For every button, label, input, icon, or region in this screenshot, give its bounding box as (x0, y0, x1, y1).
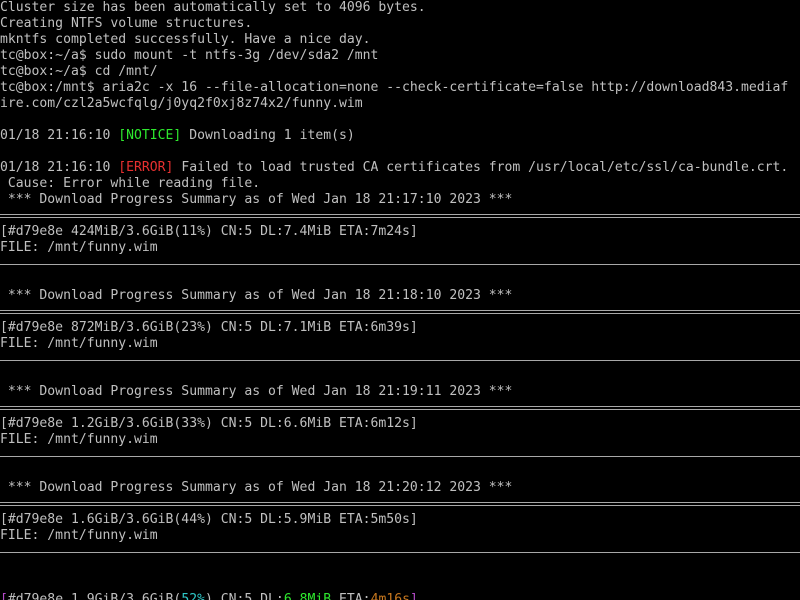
progress-line: [#d79e8e 1.6GiB/3.6GiB(44%) CN:5 DL:5.9M… (0, 512, 418, 527)
status-open-bracket: [ (0, 592, 8, 600)
progress-line: [#d79e8e 424MiB/3.6GiB(11%) CN:5 DL:7.4M… (0, 224, 418, 239)
error-message: Failed to load trusted CA certificates f… (173, 160, 789, 175)
single-rule (0, 448, 800, 464)
notice-tag: [NOTICE] (118, 128, 182, 143)
output-line: mkntfs completed successfully. Have a ni… (0, 32, 371, 47)
double-rule (0, 496, 800, 512)
double-rule (0, 304, 800, 320)
file-line: FILE: /mnt/funny.wim (0, 528, 158, 543)
progress-line: [#d79e8e 872MiB/3.6GiB(23%) CN:5 DL:7.1M… (0, 320, 418, 335)
status-close-bracket: ] (409, 592, 418, 600)
status-percent: 52% (181, 592, 205, 600)
file-line: FILE: /mnt/funny.wim (0, 240, 158, 255)
summary-header: *** Download Progress Summary as of Wed … (0, 288, 513, 303)
notice-line: 01/18 21:16:10 [NOTICE] Downloading 1 it… (0, 128, 800, 144)
summary-header: *** Download Progress Summary as of Wed … (0, 192, 513, 207)
status-speed: 6.8MiB (283, 592, 332, 600)
double-rule (0, 400, 800, 416)
error-line: 01/18 21:16:10 [ERROR] Failed to load tr… (0, 160, 800, 176)
summary-header: *** Download Progress Summary as of Wed … (0, 480, 513, 495)
notice-message: Downloading 1 item(s) (181, 128, 355, 143)
status-eta-label: ETA: (331, 592, 371, 600)
single-rule (0, 544, 800, 560)
single-rule (0, 352, 800, 368)
file-line: FILE: /mnt/funny.wim (0, 432, 158, 447)
terminal-window[interactable]: Cluster size has been automatically set … (0, 0, 800, 600)
summary-header: *** Download Progress Summary as of Wed … (0, 384, 513, 399)
file-line: FILE: /mnt/funny.wim (0, 336, 158, 351)
progress-line: [#d79e8e 1.2GiB/3.6GiB(33%) CN:5 DL:6.6M… (0, 416, 418, 431)
status-connections: ) CN:5 DL: (204, 592, 284, 600)
status-eta: 4m16s (370, 592, 410, 600)
command-line: tc@box:~/a$ cd /mnt/ (0, 64, 158, 79)
cause-line: Cause: Error while reading file. (0, 176, 261, 191)
status-gid-size: #d79e8e 1.9GiB/3.6GiB( (7, 592, 182, 600)
error-tag: [ERROR] (118, 160, 174, 175)
command-line: tc@box:/mnt$ aria2c -x 16 --file-allocat… (0, 80, 789, 95)
notice-time: 01/18 21:16:10 (0, 128, 119, 143)
live-status-line: [#d79e8e 1.9GiB/3.6GiB(52%) CN:5 DL:6.8M… (0, 592, 800, 600)
single-rule (0, 256, 800, 272)
command-line-wrap: ire.com/czl2a5wcfqlg/j0yq2f0xj8z74x2/fun… (0, 96, 363, 111)
output-line: Creating NTFS volume structures. (0, 16, 253, 31)
double-rule (0, 208, 800, 224)
output-line: Cluster size has been automatically set … (0, 0, 426, 15)
command-line: tc@box:~/a$ sudo mount -t ntfs-3g /dev/s… (0, 48, 379, 63)
error-time: 01/18 21:16:10 (0, 160, 119, 175)
